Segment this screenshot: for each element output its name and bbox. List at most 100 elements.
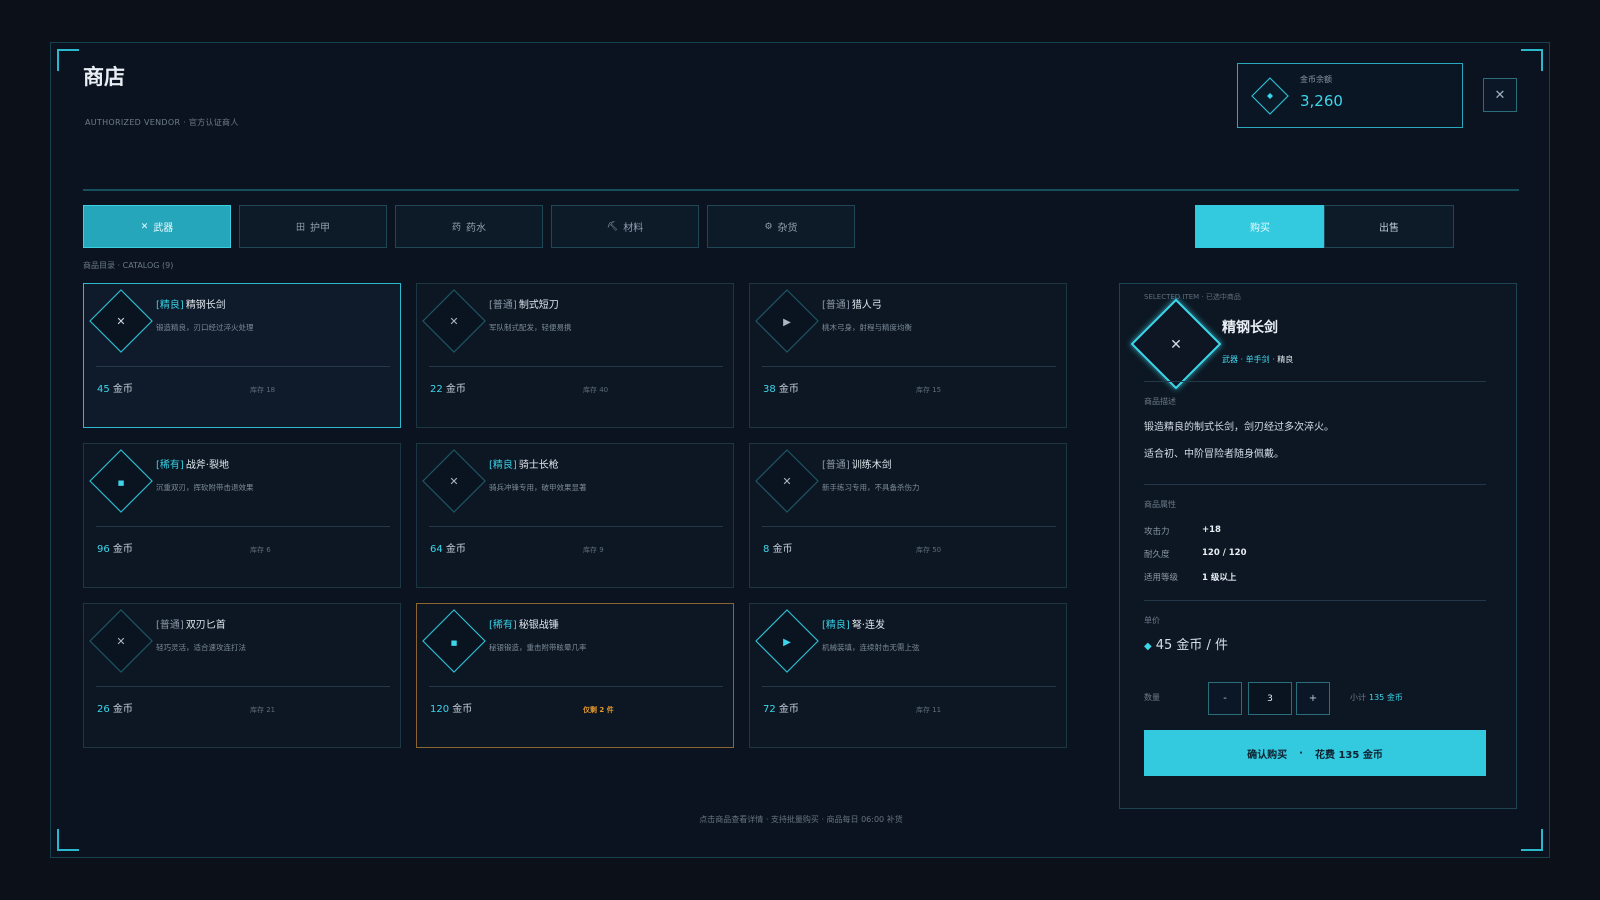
card-divider xyxy=(96,366,390,367)
gold-balance-label: 金币余额 xyxy=(1300,75,1332,84)
confirm-purchase-button[interactable]: 确认购买 · 花费 135 金币 xyxy=(1144,730,1486,776)
item-card-training-sword[interactable]: ✕ [普通] 训练木剑 新手练习专用，不具备杀伤力 8 金币 库存 50 xyxy=(749,443,1067,588)
item-card-steel-longsword[interactable]: ✕ [精良] 精钢长剑 锻造精良，刃口经过淬火处理 45 金币 库存 18 xyxy=(83,283,401,428)
item-stock: 库存 6 xyxy=(250,546,271,554)
quantity-label: 数量 xyxy=(1144,693,1160,702)
description-label: 商品描述 xyxy=(1144,397,1176,406)
item-stock: 库存 50 xyxy=(916,546,942,554)
item-price: 96 金币 xyxy=(97,544,133,555)
item-diamond-icon: ✕ xyxy=(422,449,486,513)
sword-icon: ✕ xyxy=(1170,337,1182,353)
attribute-value: 120 / 120 xyxy=(1202,548,1247,558)
description-line: 锻造精良的制式长剑，剑刃经过多次淬火。 xyxy=(1144,422,1334,433)
sword-icon: ✕ xyxy=(116,315,125,328)
item-diamond-icon: ✕ xyxy=(422,289,486,353)
item-stock: 库存 40 xyxy=(583,386,609,394)
item-stock: 库存 18 xyxy=(250,386,276,394)
tab-label: 材料 xyxy=(623,223,644,234)
item-card-twin-dagger[interactable]: ✕ [普通] 双刃匕首 轻巧灵活，适合速攻连打法 26 金币 库存 21 xyxy=(83,603,401,748)
item-card-repeating-crossbow[interactable]: ▶ [精良] 弩·连发 机械装填，连续射击无需上弦 72 金币 库存 11 xyxy=(749,603,1067,748)
card-divider xyxy=(96,686,390,687)
item-price: 26 金币 xyxy=(97,704,133,715)
tab-label: 武器 xyxy=(153,223,174,234)
item-diamond-icon: ■ xyxy=(422,609,486,673)
attribute-value: 1 级以上 xyxy=(1202,573,1237,583)
tab-weapons[interactable]: ✕ 武器 xyxy=(83,205,231,248)
item-description: 军队制式配发，轻便易携 xyxy=(489,323,572,332)
tab-armor[interactable]: 田 护甲 xyxy=(239,205,387,248)
tab-potions[interactable]: 药 药水 xyxy=(395,205,543,248)
item-name: [精良] 精钢长剑 xyxy=(156,300,226,311)
item-description: 轻巧灵活，适合速攻连打法 xyxy=(156,643,246,652)
tab-materials[interactable]: ⛏ 材料 xyxy=(551,205,699,248)
lance-icon: ✕ xyxy=(449,475,458,488)
item-name: [普通] 猎人弓 xyxy=(822,300,882,311)
card-divider xyxy=(762,366,1056,367)
item-description: 锻造精良，刃口经过淬火处理 xyxy=(156,323,254,332)
attribute-key: 适用等级 xyxy=(1144,573,1179,583)
quantity-input[interactable]: 3 xyxy=(1248,682,1292,715)
item-stock: 库存 15 xyxy=(916,386,942,394)
item-price: 120 金币 xyxy=(430,704,473,715)
item-name: [普通] 训练木剑 xyxy=(822,460,892,471)
sell-mode-button[interactable]: 出售 xyxy=(1324,205,1454,248)
frame-corner-bottom-left xyxy=(57,829,79,851)
item-card-mithril-hammer[interactable]: ■ [稀有] 秘银战锤 秘银锻造，重击附带眩晕几率 120 金币 仅剩 2 件 xyxy=(416,603,734,748)
item-name: [普通] 双刃匕首 xyxy=(156,620,226,631)
item-name: [精良] 骑士长枪 xyxy=(489,460,559,471)
card-divider xyxy=(429,366,723,367)
item-stock: 库存 9 xyxy=(583,546,604,554)
item-description: 新手练习专用，不具备杀伤力 xyxy=(822,483,920,492)
description-line: 适合初、中阶冒险者随身佩戴。 xyxy=(1144,449,1284,460)
item-name: [普通] 制式短刀 xyxy=(489,300,559,311)
buy-mode-button[interactable]: 购买 xyxy=(1195,205,1325,248)
selected-item-tags: 武器 · 单手剑 · 精良 xyxy=(1222,355,1294,364)
frame-corner-top-right xyxy=(1521,49,1543,71)
quantity-increase-button[interactable]: + xyxy=(1296,682,1330,715)
item-name: [精良] 弩·连发 xyxy=(822,620,885,631)
item-description: 机械装填，连续射击无需上弦 xyxy=(822,643,920,652)
close-button[interactable]: ✕ xyxy=(1483,78,1517,112)
quantity-decrease-button[interactable]: - xyxy=(1208,682,1242,715)
attribute-value: +18 xyxy=(1202,525,1221,535)
pickaxe-icon: ⛏ xyxy=(606,221,619,232)
card-divider xyxy=(762,526,1056,527)
bow-icon: ▶ xyxy=(783,317,791,328)
tab-label: 药水 xyxy=(466,223,486,234)
item-diamond-icon: ✕ xyxy=(89,289,153,353)
item-card-battle-axe[interactable]: ■ [稀有] 战斧·裂地 沉重双刃，挥砍附带击退效果 96 金币 库存 6 xyxy=(83,443,401,588)
unit-price: ◆ 45 金币 / 件 xyxy=(1144,638,1229,653)
armor-icon: 田 xyxy=(295,223,305,233)
item-price: 22 金币 xyxy=(430,384,466,395)
tab-misc[interactable]: ⚙ 杂货 xyxy=(707,205,855,248)
item-diamond-icon: ✕ xyxy=(89,609,153,673)
item-price: 64 金币 xyxy=(430,544,466,555)
frame-corner-top-left xyxy=(57,49,79,71)
subtotal: 小计 135 金币 xyxy=(1350,693,1403,702)
detail-divider xyxy=(1144,484,1486,485)
shop-window: 商店 AUTHORIZED VENDOR · 官方认证商人 金币余额 3,260… xyxy=(50,42,1550,858)
tab-label: 杂货 xyxy=(777,223,798,234)
attribute-key: 耐久度 xyxy=(1144,550,1170,560)
item-description: 沉重双刃，挥砍附带击退效果 xyxy=(156,483,254,492)
potion-icon: 药 xyxy=(451,223,461,233)
card-divider xyxy=(96,526,390,527)
item-card-standard-short-blade[interactable]: ✕ [普通] 制式短刀 军队制式配发，轻便易携 22 金币 库存 40 xyxy=(416,283,734,428)
item-stock: 库存 21 xyxy=(250,706,276,714)
crossed-swords-icon: ✕ xyxy=(140,221,149,232)
item-name: [稀有] 战斧·裂地 xyxy=(156,460,229,471)
sword-icon: ✕ xyxy=(782,475,791,488)
detail-divider xyxy=(1144,600,1486,601)
rare-gem-icon: ■ xyxy=(451,639,458,647)
item-description: 骑兵冲锋专用，破甲效果显著 xyxy=(489,483,587,492)
item-description: 秘银锻造，重击附带眩晕几率 xyxy=(489,643,587,652)
item-price: 38 金币 xyxy=(763,384,799,395)
item-price: 72 金币 xyxy=(763,704,799,715)
item-detail-panel: SELECTED ITEM · 已选中商品 ✕ 精钢长剑 武器 · 单手剑 · … xyxy=(1119,283,1517,809)
item-card-knight-lance[interactable]: ✕ [精良] 骑士长枪 骑兵冲锋专用，破甲效果显著 64 金币 库存 9 xyxy=(416,443,734,588)
item-diamond-icon: ✕ xyxy=(755,449,819,513)
gold-balance-panel: 金币余额 3,260 xyxy=(1237,63,1463,128)
card-divider xyxy=(429,686,723,687)
attribute-key: 攻击力 xyxy=(1144,527,1170,537)
item-card-hunter-bow[interactable]: ▶ [普通] 猎人弓 桃木弓身，射程与精度均衡 38 金币 库存 15 xyxy=(749,283,1067,428)
